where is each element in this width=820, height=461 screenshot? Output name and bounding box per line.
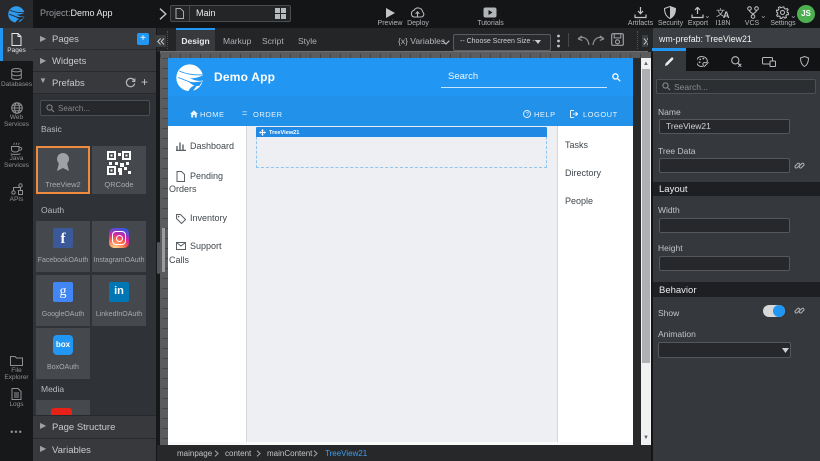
svg-text:?: ? bbox=[526, 112, 529, 118]
svg-text:A: A bbox=[723, 10, 730, 19]
